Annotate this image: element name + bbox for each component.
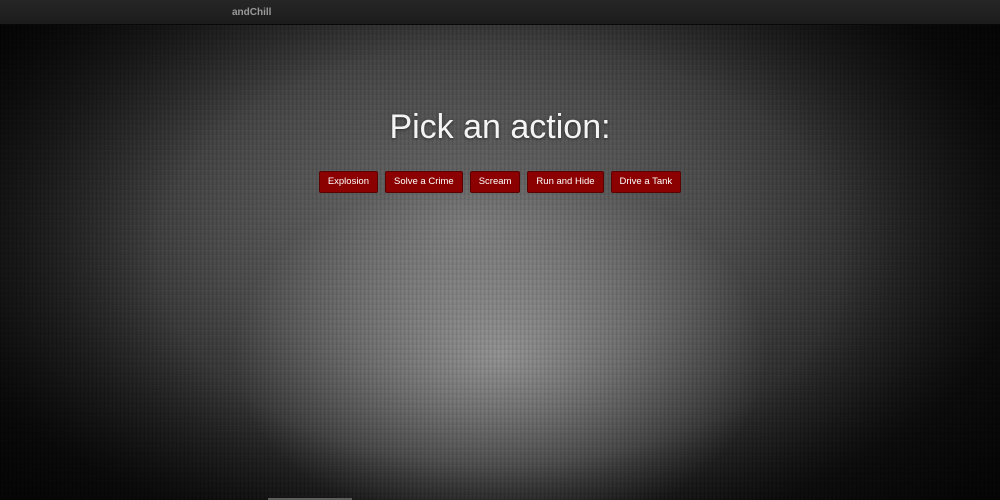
explosion-button[interactable]: Explosion	[318, 171, 379, 193]
scream-button[interactable]: Scream	[469, 171, 521, 193]
brand-link[interactable]: andChill	[232, 7, 271, 19]
vignette-overlay	[0, 25, 1000, 500]
solve-a-crime-button[interactable]: Solve a Crime	[385, 171, 463, 193]
run-and-hide-button[interactable]: Run and Hide	[527, 171, 604, 193]
top-navbar: andChill	[0, 0, 1000, 25]
action-button-group: Explosion Solve a Crime Scream Run and H…	[0, 171, 1000, 193]
drive-a-tank-button[interactable]: Drive a Tank	[610, 171, 682, 193]
page-title: Pick an action:	[389, 108, 611, 146]
grunge-texture	[0, 25, 1000, 500]
main-stage: Pick an action: Explosion Solve a Crime …	[0, 25, 1000, 500]
